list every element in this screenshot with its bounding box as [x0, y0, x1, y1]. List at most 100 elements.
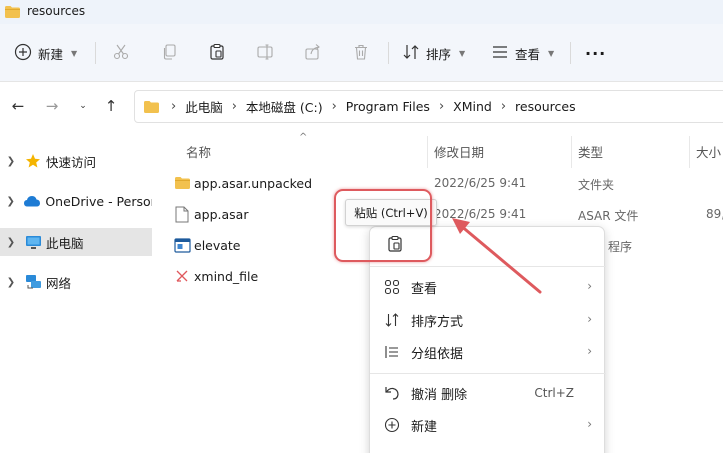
chevron-right-icon[interactable]: › — [501, 99, 506, 114]
menu-item-sort-by[interactable]: 排序方式 › — [370, 304, 606, 336]
column-header-size[interactable]: 大小 — [696, 142, 721, 161]
menu-item-new[interactable]: 新建 › — [370, 409, 606, 441]
cloud-icon — [23, 192, 41, 210]
file-size: 89, — [706, 207, 723, 221]
chevron-right-icon[interactable]: › — [439, 99, 444, 114]
file-name: xmind_file — [194, 269, 259, 284]
sidebar-item-label: 网络 — [46, 275, 72, 291]
sidebar-item-network[interactable]: ❯ 网络 — [0, 268, 152, 296]
column-divider[interactable] — [427, 136, 428, 168]
menu-item-label: 查看 — [411, 281, 438, 297]
rename-button[interactable] — [250, 38, 280, 68]
undo-icon — [382, 383, 402, 403]
navigation-pane: ❯ 快速访问 ❯ OneDrive - Persor ❯ 此电脑 ❯ 网络 — [0, 132, 160, 453]
chevron-right-icon: › — [587, 417, 592, 431]
file-type: ASAR 文件 — [578, 209, 639, 223]
chevron-down-icon: ▼ — [548, 48, 555, 58]
sort-button[interactable]: 排序 ▼ — [402, 38, 465, 68]
back-button[interactable]: ← — [7, 95, 29, 117]
xmind-file-icon — [173, 267, 191, 285]
file-type: 文件夹 — [578, 178, 615, 192]
chevron-down-icon: ▼ — [71, 48, 78, 58]
chevron-right-icon[interactable]: ❯ — [1, 237, 21, 248]
up-button[interactable]: ↑ — [100, 95, 122, 117]
trash-icon — [352, 43, 370, 64]
column-header-date[interactable]: 修改日期 — [434, 142, 484, 161]
more-label: ··· — [585, 43, 607, 63]
menu-item-label: 排序方式 — [411, 314, 464, 330]
folder-icon — [4, 5, 21, 22]
column-header-type[interactable]: 类型 — [578, 142, 603, 161]
plus-circle-icon — [14, 43, 32, 64]
column-divider[interactable] — [689, 136, 690, 168]
column-header-name[interactable]: 名称 — [186, 142, 211, 161]
delete-button[interactable] — [346, 38, 376, 68]
sidebar-item-label: OneDrive - Persor — [45, 193, 152, 209]
share-button[interactable] — [298, 38, 328, 68]
copy-icon — [161, 43, 179, 64]
arrow-left-icon: ← — [11, 97, 25, 115]
window-title: resources — [27, 4, 86, 18]
file-date: 2022/6/25 9:41 — [434, 176, 527, 190]
chevron-right-icon[interactable]: › — [232, 99, 237, 114]
rename-icon — [256, 43, 274, 64]
sort-label: 排序 — [426, 46, 452, 62]
app-icon — [173, 236, 191, 254]
menu-item-undo-delete[interactable]: 撤消 删除 Ctrl+Z — [370, 377, 606, 409]
scissors-icon — [112, 43, 130, 64]
network-icon — [24, 273, 42, 291]
recent-locations-button[interactable]: ⌄ — [72, 95, 94, 117]
forward-button[interactable]: → — [41, 95, 63, 117]
sidebar-item-this-pc[interactable]: ❯ 此电脑 — [0, 228, 152, 256]
command-bar: 新建 ▼ 排序 ▼ 查看 ▼ ··· — [0, 24, 723, 82]
clipboard-icon — [208, 43, 226, 64]
more-options-button[interactable]: ··· — [585, 38, 606, 68]
chevron-right-icon[interactable]: › — [332, 99, 337, 114]
paste-button[interactable] — [202, 38, 232, 68]
breadcrumb-item[interactable]: Program Files — [346, 99, 430, 114]
view-label: 查看 — [515, 46, 541, 62]
copy-button[interactable] — [155, 38, 185, 68]
breadcrumb: › 此电脑 › 本地磁盘 (C:) › Program Files › XMin… — [162, 97, 576, 116]
chevron-right-icon: › — [587, 312, 592, 326]
sort-icon — [382, 310, 402, 330]
menu-divider — [370, 373, 606, 374]
breadcrumb-item[interactable]: 本地磁盘 (C:) — [246, 97, 323, 116]
sidebar-item-label: 快速访问 — [46, 154, 97, 170]
cut-button[interactable] — [106, 38, 136, 68]
breadcrumb-item[interactable]: XMind — [453, 99, 492, 114]
view-list-icon — [491, 43, 509, 64]
file-name: app.asar — [194, 207, 249, 222]
chevron-right-icon[interactable]: ❯ — [1, 277, 21, 288]
menu-item-label: 分组依据 — [411, 346, 464, 362]
file-type: 程序 — [608, 240, 633, 254]
sort-ascending-icon: ^ — [299, 132, 308, 143]
folder-icon — [143, 100, 160, 114]
toolbar-divider — [570, 42, 571, 64]
chevron-down-icon: ▼ — [459, 48, 466, 58]
arrow-up-icon: ↑ — [104, 97, 118, 115]
monitor-icon — [24, 233, 42, 251]
chevron-right-icon[interactable]: ❯ — [1, 156, 21, 167]
new-button[interactable]: 新建 ▼ — [14, 38, 77, 68]
menu-item-group-by[interactable]: 分组依据 › — [370, 336, 606, 368]
menu-item-shortcut: Ctrl+Z — [534, 386, 574, 400]
view-button[interactable]: 查看 ▼ — [491, 38, 554, 68]
share-icon — [304, 43, 322, 64]
sidebar-item-label: 此电脑 — [46, 235, 84, 251]
breadcrumb-item[interactable]: resources — [515, 99, 576, 114]
breadcrumb-item[interactable]: 此电脑 — [185, 97, 223, 116]
group-icon — [382, 342, 402, 362]
folder-icon — [173, 174, 191, 192]
sidebar-item-quick-access[interactable]: ❯ 快速访问 — [0, 147, 152, 175]
file-row[interactable]: app.asar.unpacked 2022/6/25 9:41 文件夹 — [160, 169, 723, 197]
column-divider[interactable] — [571, 136, 572, 168]
highlight-box — [334, 189, 432, 262]
new-label: 新建 — [38, 46, 64, 62]
arrow-right-icon: → — [45, 97, 59, 115]
plus-circle-icon — [382, 415, 402, 435]
sidebar-item-onedrive[interactable]: ❯ OneDrive - Persor — [0, 187, 152, 215]
chevron-right-icon[interactable]: ❯ — [1, 196, 20, 207]
address-bar[interactable]: › 此电脑 › 本地磁盘 (C:) › Program Files › XMin… — [134, 90, 723, 123]
sort-icon — [402, 43, 420, 64]
